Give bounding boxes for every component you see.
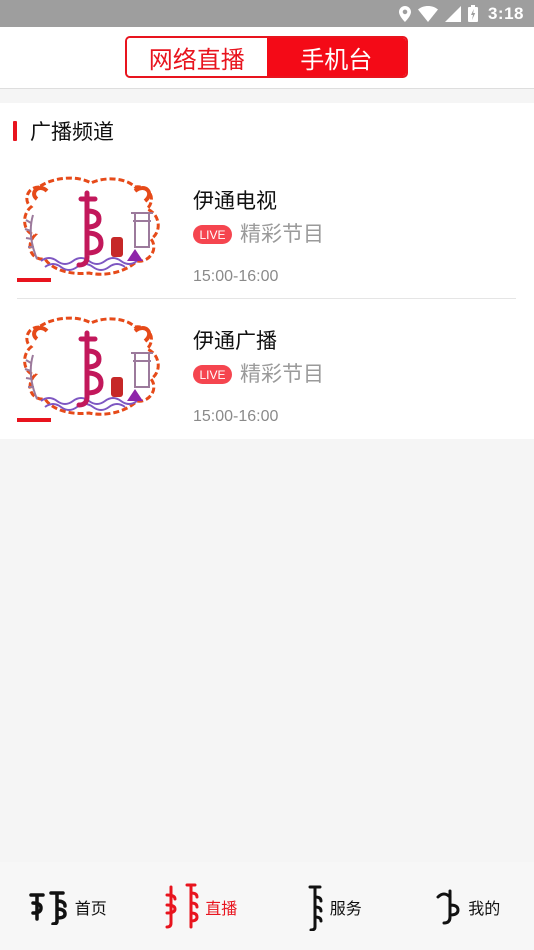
program-title: 精彩节目 (240, 362, 324, 386)
divider (17, 298, 516, 299)
program-time: 15:00-16:00 (193, 268, 279, 285)
nav-live[interactable]: 直播 (134, 862, 268, 950)
signal-icon (444, 5, 461, 22)
section-title: 广播频道 (30, 120, 114, 144)
battery-icon (467, 5, 478, 22)
channel-name: 伊通电视 (193, 189, 277, 213)
live-source-switch: 网络直播 手机台 (125, 36, 408, 78)
channel-logo (17, 315, 162, 425)
nav-label: 直播 (205, 899, 238, 918)
live-badge: LIVE (193, 225, 232, 244)
channel-item-tv[interactable]: 伊通电视 LIVE 精彩节目 15:00-16:00 (0, 175, 534, 315)
live-badge: LIVE (193, 365, 232, 384)
nav-home[interactable]: 首页 (0, 862, 134, 950)
wifi-icon (417, 5, 438, 22)
status-bar: 3:18 (0, 0, 534, 27)
nav-label: 我的 (468, 899, 501, 918)
status-time: 3:18 (487, 3, 524, 23)
nav-mine[interactable]: 我的 (401, 862, 534, 950)
program-title: 精彩节目 (240, 222, 324, 246)
channel-item-radio[interactable]: 伊通广播 LIVE 精彩节目 15:00-16:00 (0, 315, 534, 455)
section-header: 广播频道 (13, 119, 114, 144)
nav-label: 首页 (74, 899, 107, 918)
section-accent-bar (13, 121, 17, 141)
nav-service[interactable]: 服务 (267, 862, 401, 950)
channel-logo (17, 175, 162, 285)
channel-panel: 广播频道 伊通电视 LIVE 精彩节目 15:00-16:00 伊通广播 LIV… (0, 103, 534, 439)
mongolian-script-service-icon (308, 885, 323, 931)
mongolian-script-home-icon (28, 891, 67, 925)
channel-name: 伊通广播 (193, 329, 277, 353)
location-icon (398, 5, 411, 22)
bottom-nav: 首页 直播 服务 我的 (0, 862, 534, 950)
mongolian-script-mine-icon (436, 889, 460, 925)
tab-web-live[interactable]: 网络直播 (127, 38, 267, 76)
tab-mobile-station[interactable]: 手机台 (266, 38, 406, 76)
program-time: 15:00-16:00 (193, 408, 279, 425)
top-header: 网络直播 手机台 (0, 27, 534, 89)
mongolian-script-live-icon (165, 883, 199, 929)
nav-label: 服务 (329, 899, 362, 918)
